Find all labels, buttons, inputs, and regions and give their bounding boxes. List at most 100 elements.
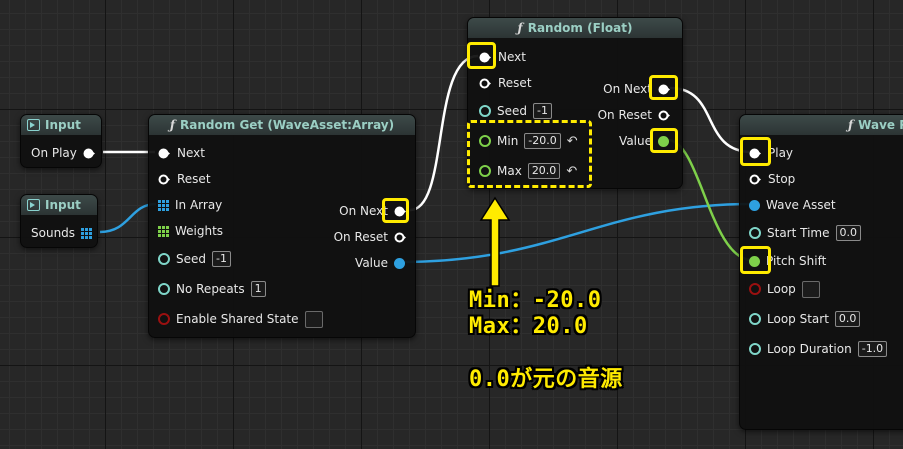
function-icon: ƒ [169,118,176,132]
input-node-header: Input [21,115,101,135]
enable-shared-state-checkbox[interactable] [304,310,323,328]
pin-next: Next [158,144,205,162]
exec-output-pin[interactable] [658,110,671,121]
bool-input-pin[interactable] [749,283,761,295]
input-node-on-play[interactable]: Input On Play [20,114,102,168]
exec-input-pin[interactable] [158,148,171,159]
pin-no-repeats: No Repeats 1 [158,280,266,298]
next-label: Next [498,50,526,64]
highlight-random-next [467,42,496,69]
wave-player-header: ƒ Wave Pl [740,115,903,135]
seed-label: Seed [176,252,206,266]
seed-value-field[interactable]: -1 [533,103,552,119]
loop-start-value-field[interactable]: 0.0 [834,311,861,327]
on-next-label: On Next [339,204,388,218]
wave-asset-output-pin[interactable] [394,257,405,269]
pin-in-array: In Array [158,196,222,214]
in-array-label: In Array [175,198,223,212]
pin-on-reset: On Reset [598,106,671,124]
loop-start-label: Loop Start [767,312,829,326]
start-time-value-field[interactable]: 0.0 [835,225,861,241]
loop-checkbox[interactable] [801,280,820,298]
on-play-label: On Play [31,146,77,160]
sounds-pin-row: Sounds [31,224,93,242]
on-next-label: On Next [603,82,652,96]
on-reset-label: On Reset [333,230,388,244]
on-play-pin-row: On Play [31,144,96,162]
sounds-label: Sounds [31,226,76,240]
pin-seed: Seed -1 [158,250,231,268]
bool-input-pin[interactable] [158,313,170,325]
random-get-node[interactable]: ƒ Random Get (WaveAsset:Array) Next Rese… [148,114,416,338]
pin-wave-asset: Wave Asset [749,196,836,214]
highlight-random-get-on-next [382,198,409,223]
input-icon [27,199,40,211]
pin-reset: Reset [479,74,532,92]
wave-player-title: Wave Pl [858,118,903,132]
pin-weights: Weights [158,222,223,240]
reset-label: Reset [498,76,532,90]
on-reset-label: On Reset [597,108,652,122]
int-input-pin[interactable] [158,253,170,265]
input-icon [27,119,40,131]
pitch-shift-label: Pitch Shift [766,254,827,268]
pin-loop-start: Loop Start 0.0 [749,310,861,328]
wave-asset-input-pin[interactable] [749,199,760,211]
random-float-title: Random (Float) [527,21,633,35]
exec-input-pin[interactable] [479,78,492,89]
loop-duration-value-field[interactable]: -1.0 [857,341,888,357]
annotation-arrow [479,196,511,287]
input-node-title: Input [45,198,81,212]
highlight-random-value [650,128,678,153]
pin-stop: Stop [749,170,795,188]
next-label: Next [177,146,205,160]
pin-loop: Loop [749,280,820,298]
int-input-pin[interactable] [479,105,491,117]
loop-duration-label: Loop Duration [767,342,852,356]
pin-seed: Seed -1 [479,102,552,120]
annotation-original-sound: 0.0が元の音源 [469,367,623,392]
wave-asset-label: Wave Asset [766,198,836,212]
play-label: Play [768,146,794,160]
value-label: Value [619,134,652,148]
no-repeats-label: No Repeats [176,282,245,296]
pin-value: Value [355,254,405,272]
pin-reset: Reset [158,170,211,188]
array-input-pin[interactable] [158,199,169,211]
input-node-title: Input [45,118,81,132]
enable-shared-state-label: Enable Shared State [176,312,299,326]
value-label: Value [355,256,388,270]
function-icon: ƒ [517,21,523,35]
random-get-title: Random Get (WaveAsset:Array) [180,118,395,132]
exec-output-pin[interactable] [83,148,96,159]
highlight-wave-play [740,137,771,166]
pin-on-reset: On Reset [334,228,407,246]
time-input-pin[interactable] [749,227,761,239]
function-icon: ƒ [848,118,854,132]
input-node-header: Input [21,195,97,215]
array-output-pin[interactable] [81,227,93,239]
loop-label: Loop [767,282,796,296]
seed-value-field[interactable]: -1 [212,251,231,267]
highlight-min-max-pins [467,120,592,188]
time-input-pin[interactable] [749,343,761,355]
exec-input-pin[interactable] [749,174,762,185]
weights-label: Weights [175,224,224,238]
highlight-random-on-next [649,75,678,100]
annotation-max: Max：20.0 [469,314,588,339]
stop-label: Stop [768,172,796,186]
time-input-pin[interactable] [749,313,761,325]
exec-output-pin[interactable] [394,232,407,243]
float-array-input-pin[interactable] [158,225,169,237]
pin-loop-duration: Loop Duration -1.0 [749,340,888,358]
metasound-graph-canvas[interactable]: Input On Play Input Sounds ƒ Random Get … [0,0,903,449]
no-repeats-value-field[interactable]: 1 [250,281,266,297]
int-input-pin[interactable] [158,283,170,295]
pin-enable-shared-state: Enable Shared State [158,310,323,328]
seed-label: Seed [497,104,527,118]
input-node-sounds[interactable]: Input Sounds [20,194,98,248]
wire-value-to-waveasset [399,202,753,264]
reset-label: Reset [177,172,211,186]
highlight-wave-pitch-shift [740,246,771,274]
exec-input-pin[interactable] [158,174,171,185]
